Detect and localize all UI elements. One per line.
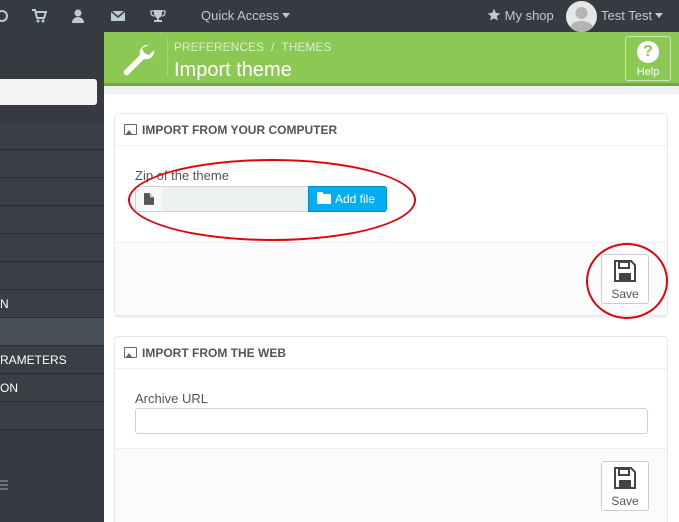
avatar[interactable]	[566, 1, 597, 32]
breadcrumb-item[interactable]: PREFERENCES	[174, 40, 264, 54]
panel-title: IMPORT FROM THE WEB	[142, 346, 286, 360]
sidebar-item[interactable]	[0, 178, 104, 206]
save-icon	[614, 467, 636, 489]
sidebar-item[interactable]	[0, 206, 104, 234]
help-label: Help	[636, 66, 660, 78]
sidebar-item[interactable]	[0, 402, 104, 430]
sidebar-item[interactable]	[0, 234, 104, 262]
my-shop-link[interactable]: My shop	[487, 8, 554, 23]
top-navbar: Quick Access My shop Test Test	[0, 0, 679, 32]
folder-open-icon	[317, 192, 331, 204]
sidebar: N RAMETERS ON	[0, 32, 104, 522]
panel-title: IMPORT FROM YOUR COMPUTER	[142, 123, 338, 137]
main-content: IMPORT FROM YOUR COMPUTER Zip of the the…	[104, 94, 679, 522]
import-from-computer-panel: IMPORT FROM YOUR COMPUTER Zip of the the…	[114, 113, 668, 316]
sidebar-item[interactable]: ON	[0, 374, 104, 402]
cart-icon[interactable]	[31, 8, 47, 24]
image-icon	[124, 347, 137, 358]
save-icon	[614, 260, 636, 282]
sidebar-item[interactable]: RAMETERS	[0, 346, 104, 374]
panel-heading: IMPORT FROM THE WEB	[115, 337, 667, 369]
help-button[interactable]: ? Help	[625, 36, 671, 81]
save-label: Save	[611, 287, 639, 301]
menu-collapse-icon[interactable]	[0, 480, 8, 494]
save-button[interactable]: Save	[601, 461, 649, 511]
add-file-button[interactable]: Add file	[308, 186, 387, 212]
chevron-down-icon	[282, 13, 291, 18]
add-file-label: Add file	[335, 192, 376, 206]
sidebar-search-input[interactable]	[0, 79, 97, 105]
sidebar-menu: N RAMETERS ON	[0, 122, 104, 430]
chevron-down-icon	[655, 13, 664, 18]
trophy-icon[interactable]	[150, 8, 166, 24]
sidebar-item[interactable]	[0, 122, 104, 150]
breadcrumb-item[interactable]: THEMES	[281, 40, 331, 54]
sidebar-item[interactable]: N	[0, 290, 104, 318]
quick-access-label: Quick Access	[201, 8, 280, 23]
breadcrumb: PREFERENCES / THEMES	[174, 40, 332, 54]
user-fragment-icon[interactable]	[0, 8, 10, 24]
sidebar-item[interactable]	[0, 262, 104, 290]
star-icon	[487, 8, 501, 21]
user-menu[interactable]: Test Test	[601, 8, 664, 23]
save-button[interactable]: Save	[601, 254, 649, 304]
zip-file-field[interactable]	[162, 186, 309, 212]
user-name: Test Test	[601, 8, 653, 23]
envelope-icon[interactable]	[110, 8, 126, 24]
page-header: PREFERENCES / THEMES Import theme ? Help	[104, 32, 679, 86]
question-icon: ?	[637, 41, 659, 63]
sidebar-item-active[interactable]	[0, 318, 104, 346]
sidebar-item[interactable]	[0, 150, 104, 178]
zip-file-input-group: Add file	[135, 186, 387, 212]
zip-field-label: Zip of the theme	[135, 168, 229, 183]
file-icon	[135, 186, 163, 212]
archive-url-label: Archive URL	[135, 391, 208, 406]
save-label: Save	[611, 494, 639, 508]
my-shop-label: My shop	[504, 8, 554, 23]
customer-icon[interactable]	[70, 8, 86, 24]
archive-url-input[interactable]	[135, 408, 648, 434]
quick-access-menu[interactable]: Quick Access	[201, 8, 291, 23]
panel-footer: Save	[115, 448, 667, 522]
panel-footer: Save	[115, 242, 667, 315]
wrench-icon	[118, 39, 158, 79]
import-from-web-panel: IMPORT FROM THE WEB Archive URL Save	[114, 336, 668, 522]
page-title: Import theme	[174, 59, 292, 81]
panel-heading: IMPORT FROM YOUR COMPUTER	[115, 114, 667, 146]
image-icon	[124, 124, 137, 135]
